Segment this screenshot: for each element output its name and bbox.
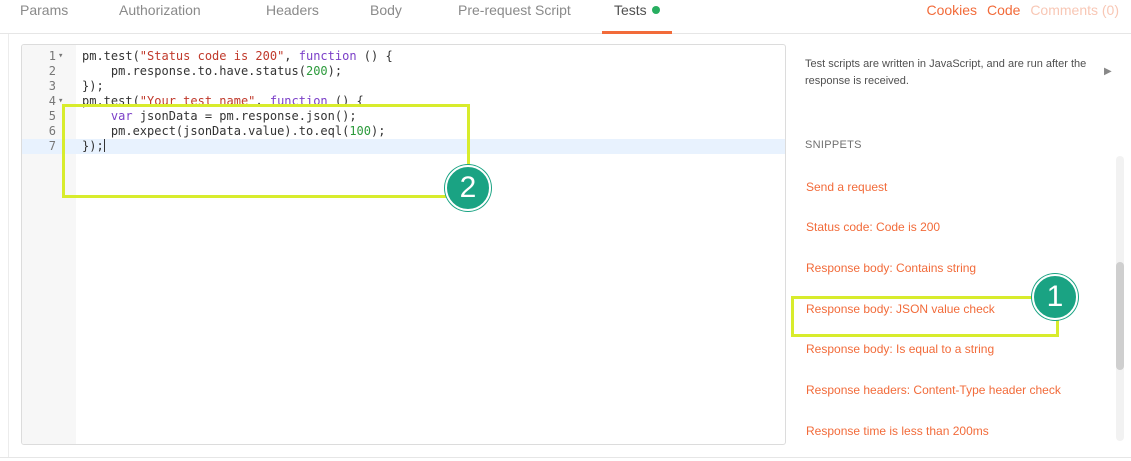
snippets-scroll-thumb[interactable] — [1116, 262, 1124, 370]
line-number: 2 — [48, 64, 56, 78]
snippets-title: SNIPPETS — [805, 139, 862, 151]
code-token: ); — [327, 64, 343, 78]
annotation-badge-2: 2 — [445, 165, 491, 211]
snippet-status-code[interactable]: Status code: Code is 200 — [806, 220, 940, 234]
request-links: Cookies Code Comments (0) — [920, 0, 1119, 20]
code-token: , — [284, 49, 299, 63]
tab-tests-label: Tests — [614, 2, 647, 18]
request-tab-bar: Params Authorization Headers Body Pre-re… — [0, 0, 1131, 34]
code-highlight-box — [62, 104, 470, 198]
tab-tests[interactable]: Tests — [602, 0, 672, 34]
line-number: 3 — [48, 79, 56, 93]
snippet-send-request[interactable]: Send a request — [806, 180, 887, 194]
snippet-body-contains-string[interactable]: Response body: Contains string — [806, 261, 976, 275]
comments-link[interactable]: Comments (0) — [1030, 2, 1119, 18]
snippet-body-equal-string[interactable]: Response body: Is equal to a string — [806, 342, 994, 356]
cookies-link[interactable]: Cookies — [926, 2, 977, 18]
line-number: 6 — [48, 124, 56, 138]
fold-toggle-icon[interactable]: ▾ — [58, 49, 63, 64]
code-line[interactable]: 1 ▾ pm.test("Status code is 200", function… — [22, 49, 785, 64]
snippet-content-type-check[interactable]: Response headers: Content-Type header ch… — [806, 383, 1061, 397]
snippet-highlight-box — [791, 296, 1059, 337]
code-token: 200 — [305, 64, 328, 78]
code-token: "Status code is 200" — [139, 49, 285, 63]
line-number: 1 — [48, 49, 56, 63]
bottom-divider — [0, 457, 1131, 458]
tab-params[interactable]: Params — [20, 0, 68, 34]
code-text: pm.test("Status code is 200", function (… — [82, 49, 393, 64]
code-link[interactable]: Code — [987, 2, 1020, 18]
code-token: () { — [356, 49, 393, 63]
tests-status-dot-icon — [651, 6, 660, 14]
code-line[interactable]: 3}); — [22, 79, 785, 94]
annotation-badge-1: 1 — [1032, 274, 1078, 320]
code-line[interactable]: 2 pm.response.to.have.status(200); — [22, 64, 785, 79]
tab-body[interactable]: Body — [370, 0, 402, 34]
panel-border — [8, 34, 9, 457]
line-number: 7 — [48, 139, 56, 153]
code-token: }); — [82, 79, 104, 93]
code-token: pm.response.to.have.status( — [82, 64, 306, 78]
tab-headers[interactable]: Headers — [266, 0, 319, 34]
code-token: function — [298, 49, 357, 63]
tests-help-text: Test scripts are written in JavaScript, … — [805, 58, 1087, 87]
line-number: 4 — [48, 94, 56, 108]
code-text: pm.response.to.have.status(200); — [82, 64, 342, 79]
code-token: pm.test( — [82, 49, 140, 63]
line-number: 5 — [48, 109, 56, 123]
snippet-response-time[interactable]: Response time is less than 200ms — [806, 424, 989, 438]
tab-authorization[interactable]: Authorization — [119, 0, 201, 34]
code-text: }); — [82, 79, 104, 94]
tab-pre-request-script[interactable]: Pre-request Script — [458, 0, 571, 34]
collapse-panel-icon[interactable]: ▶ — [1104, 66, 1112, 77]
